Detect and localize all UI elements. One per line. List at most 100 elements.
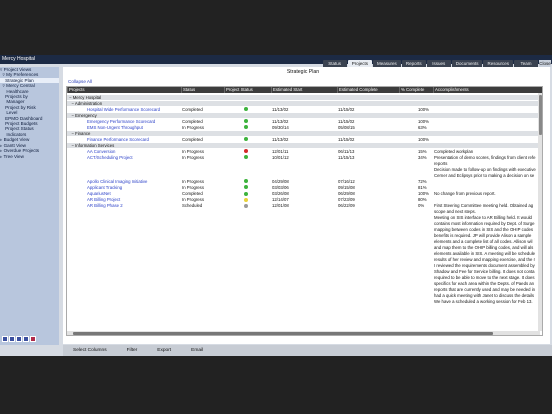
project-name[interactable]: AR Billing Phase 2 bbox=[87, 203, 123, 209]
project-name[interactable]: Finance Performance Scorecard bbox=[87, 137, 149, 143]
percent-complete-cell: 0% bbox=[418, 202, 425, 208]
accomplishment-text: We have a scheduled a working session fo… bbox=[434, 299, 533, 305]
column-header[interactable]: % Complete bbox=[399, 87, 424, 93]
table-row[interactable]: AR Billing Phase 2 Scheduled 12/01/08 06/22… bbox=[67, 202, 542, 209]
estimated-start-cell: 03/03/06 bbox=[272, 184, 289, 190]
status-indicator-icon bbox=[244, 203, 248, 208]
accomplishment-line: results of her review and mapping exerci… bbox=[67, 257, 542, 263]
accomplishment-line: required to be able to move to the next … bbox=[67, 275, 542, 281]
tab-team[interactable]: Team bbox=[514, 60, 538, 67]
estimated-start-cell: 11/13/02 bbox=[272, 106, 289, 112]
project-name[interactable]: AA Conversion bbox=[87, 149, 115, 155]
accomplishment-text: Cerner and Eclipsys prior to making a de… bbox=[434, 172, 535, 178]
table-row[interactable]: AquariusNet Completed 03/26/08 06/29/08 100%… bbox=[67, 190, 542, 197]
sidebar-toolbar bbox=[2, 336, 36, 342]
estimated-start-cell: 04/29/08 bbox=[272, 178, 289, 184]
percent-complete-cell: 63% bbox=[418, 124, 427, 130]
vertical-scrollbar[interactable] bbox=[538, 93, 542, 331]
table-row[interactable]: Applicant Tracking In Progress 03/03/06 09/… bbox=[67, 184, 542, 191]
table-row[interactable]: Apollo Clinical Imaging Initiative In Pro… bbox=[67, 178, 542, 185]
tab-documents[interactable]: Documents bbox=[451, 60, 483, 67]
group-row[interactable]: − Administration bbox=[67, 100, 542, 107]
table-row[interactable]: Emergency Performance Scorecard Completed… bbox=[67, 118, 542, 125]
accomplishment-text: elements and a complete list of all code… bbox=[434, 238, 533, 244]
table-row[interactable]: EMS Non-Urgent Throughput In Progress 09/3… bbox=[67, 124, 542, 131]
home-icon[interactable] bbox=[2, 336, 8, 342]
tab-reports[interactable]: Reports bbox=[401, 60, 426, 67]
sidebar-item[interactable]: ▹ Tree View bbox=[0, 154, 59, 159]
project-name[interactable]: AquariusNet bbox=[87, 191, 111, 197]
vertical-scroll-thumb[interactable] bbox=[538, 95, 542, 135]
status-cell: In Progress bbox=[182, 148, 204, 154]
list-icon[interactable] bbox=[23, 336, 29, 342]
accomplishment-line: We have a scheduled a working session fo… bbox=[67, 299, 542, 305]
status-indicator-icon bbox=[244, 107, 248, 112]
column-header[interactable]: Estimated Start bbox=[271, 87, 302, 93]
group-row[interactable]: − Information Services bbox=[67, 142, 542, 149]
collapse-all-link[interactable]: Collapse All bbox=[68, 79, 92, 84]
accomplishment-line: had a quick meeting with Janet to discus… bbox=[67, 293, 542, 299]
accomplishment-line: Decision made to follow-up on findings w… bbox=[67, 167, 542, 173]
accomplishment-text: elements available in SIS. A meeting wil… bbox=[434, 251, 536, 257]
accomplishment-text: reports that are currently used and may … bbox=[434, 287, 536, 293]
accomplishment-text: First Steering Committee meeting held. O… bbox=[434, 202, 534, 208]
percent-complete-cell: 81% bbox=[418, 184, 427, 190]
accomplishment-line: scope and next steps. bbox=[67, 209, 542, 215]
column-header[interactable]: Accomplishments bbox=[433, 87, 469, 93]
accomplishment-text: Presentation of demo scores, findings fr… bbox=[434, 154, 536, 160]
column-header[interactable]: Project Status bbox=[224, 87, 253, 93]
project-name[interactable]: ACT/Scheduling Project bbox=[87, 155, 133, 161]
horizontal-scrollbar[interactable] bbox=[67, 331, 540, 335]
estimated-start-cell: 09/30/14 bbox=[272, 124, 289, 130]
alert-icon[interactable] bbox=[30, 336, 36, 342]
accomplishment-line: Cerner and Eclipsys prior to making a de… bbox=[67, 172, 542, 179]
estimated-complete-cell: 11/15/02 bbox=[338, 136, 355, 142]
table-row[interactable]: Finance Performance Scorecard Completed 11… bbox=[67, 136, 542, 143]
project-name[interactable]: Emergency Performance Scorecard bbox=[87, 119, 155, 125]
table-row[interactable]: Hospital Wide Performance Scorecard Compl… bbox=[67, 106, 542, 113]
tab-measures[interactable]: Measures bbox=[372, 60, 401, 67]
chart-icon[interactable] bbox=[16, 336, 22, 342]
table-row[interactable]: AR Billing Project In Progress 12/14/07 07/… bbox=[67, 196, 542, 203]
estimated-start-cell: 03/26/08 bbox=[272, 190, 289, 196]
estimated-complete-cell: 11/15/02 bbox=[338, 106, 355, 112]
tab-issues[interactable]: Issues bbox=[426, 60, 451, 67]
percent-complete-cell: 100% bbox=[418, 118, 429, 124]
status-cell: In Progress bbox=[182, 196, 204, 202]
column-header[interactable]: Status bbox=[181, 87, 195, 93]
export-button[interactable]: Export bbox=[147, 345, 181, 356]
email-button[interactable]: Email bbox=[181, 345, 213, 356]
status-indicator-icon bbox=[244, 197, 248, 202]
project-name[interactable]: Hospital Wide Performance Scorecard bbox=[87, 107, 160, 113]
project-name[interactable]: AR Billing Project bbox=[87, 197, 120, 203]
close-button[interactable]: Close bbox=[539, 60, 551, 67]
group-row[interactable]: − Mercy Hospital bbox=[67, 94, 542, 100]
accomplishment-text: Completed workplan bbox=[434, 148, 474, 154]
horizontal-scroll-thumb[interactable] bbox=[73, 331, 493, 335]
filter-button[interactable]: Filter bbox=[117, 345, 148, 356]
accomplishment-text: had a quick meeting with Janet to discus… bbox=[434, 293, 535, 299]
grid-header: Projects Status Project Status Estimated St… bbox=[67, 87, 542, 93]
tab-resources[interactable]: Resources bbox=[483, 60, 513, 67]
tab-status[interactable]: Status bbox=[322, 60, 347, 67]
table-row[interactable]: AA Conversion In Progress 12/01/11 06/11/13… bbox=[67, 148, 542, 155]
column-header[interactable]: Projects bbox=[67, 87, 85, 93]
accomplishment-line: reports that are currently used and may … bbox=[67, 287, 542, 293]
column-header[interactable]: Estimated Complete bbox=[337, 87, 378, 93]
project-name[interactable]: Apollo Clinical Imaging Initiative bbox=[87, 179, 147, 185]
project-grid: Projects Status Project Status Estimated St… bbox=[66, 86, 543, 336]
grid-icon[interactable] bbox=[9, 336, 15, 342]
page-title: Strategic Plan bbox=[286, 69, 320, 75]
status-indicator-icon bbox=[244, 137, 248, 142]
tab-projects[interactable]: Projects bbox=[347, 60, 372, 67]
group-row[interactable]: − Emergency bbox=[67, 112, 542, 119]
percent-complete-cell: 15% bbox=[418, 148, 427, 154]
status-cell: Completed bbox=[182, 190, 203, 196]
status-cell: In Progress bbox=[182, 154, 204, 160]
group-row[interactable]: − Finance bbox=[67, 130, 542, 137]
app-window: Mercy Hospital Status Projects Measures Rep… bbox=[0, 55, 552, 356]
table-row[interactable]: ACT/Scheduling Project In Progress 10/01/1… bbox=[67, 154, 542, 161]
project-name[interactable]: Applicant Tracking bbox=[87, 185, 122, 191]
project-name[interactable]: EMS Non-Urgent Throughput bbox=[87, 125, 143, 131]
select-columns-button[interactable]: Select Columns bbox=[63, 345, 117, 356]
